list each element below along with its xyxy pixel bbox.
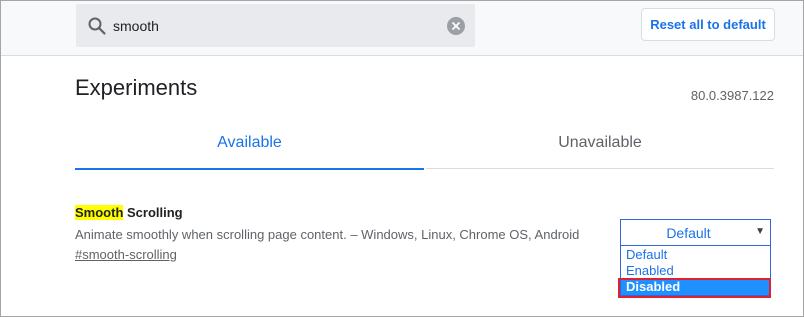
- annotation-highlight-box: [618, 278, 771, 298]
- experiment-description: Animate smoothly when scrolling page con…: [75, 227, 580, 242]
- select-value: Default: [666, 225, 711, 241]
- tab-available[interactable]: Available: [75, 134, 424, 170]
- search-match-highlight: Smooth: [75, 205, 124, 220]
- clear-search-icon[interactable]: [447, 17, 465, 35]
- page-title: Experiments: [75, 75, 198, 100]
- experiment-link[interactable]: #smooth-scrolling: [75, 247, 177, 262]
- dropdown-arrow-icon: ▼: [755, 226, 765, 237]
- toolbar: Reset all to default: [1, 1, 803, 56]
- option-default[interactable]: Default: [621, 247, 770, 263]
- search-input[interactable]: [113, 16, 433, 36]
- experiment-title: Smooth Scrolling: [75, 205, 183, 220]
- experiment-state-select[interactable]: Default ▼: [620, 219, 771, 246]
- experiment-title-rest: Scrolling: [123, 205, 183, 220]
- reset-all-button[interactable]: Reset all to default: [641, 8, 775, 41]
- search-box[interactable]: [76, 4, 475, 47]
- option-enabled[interactable]: Enabled: [621, 263, 770, 279]
- tab-unavailable[interactable]: Unavailable: [426, 134, 774, 169]
- version-label: 80.0.3987.122: [690, 88, 774, 103]
- search-icon: [87, 16, 107, 36]
